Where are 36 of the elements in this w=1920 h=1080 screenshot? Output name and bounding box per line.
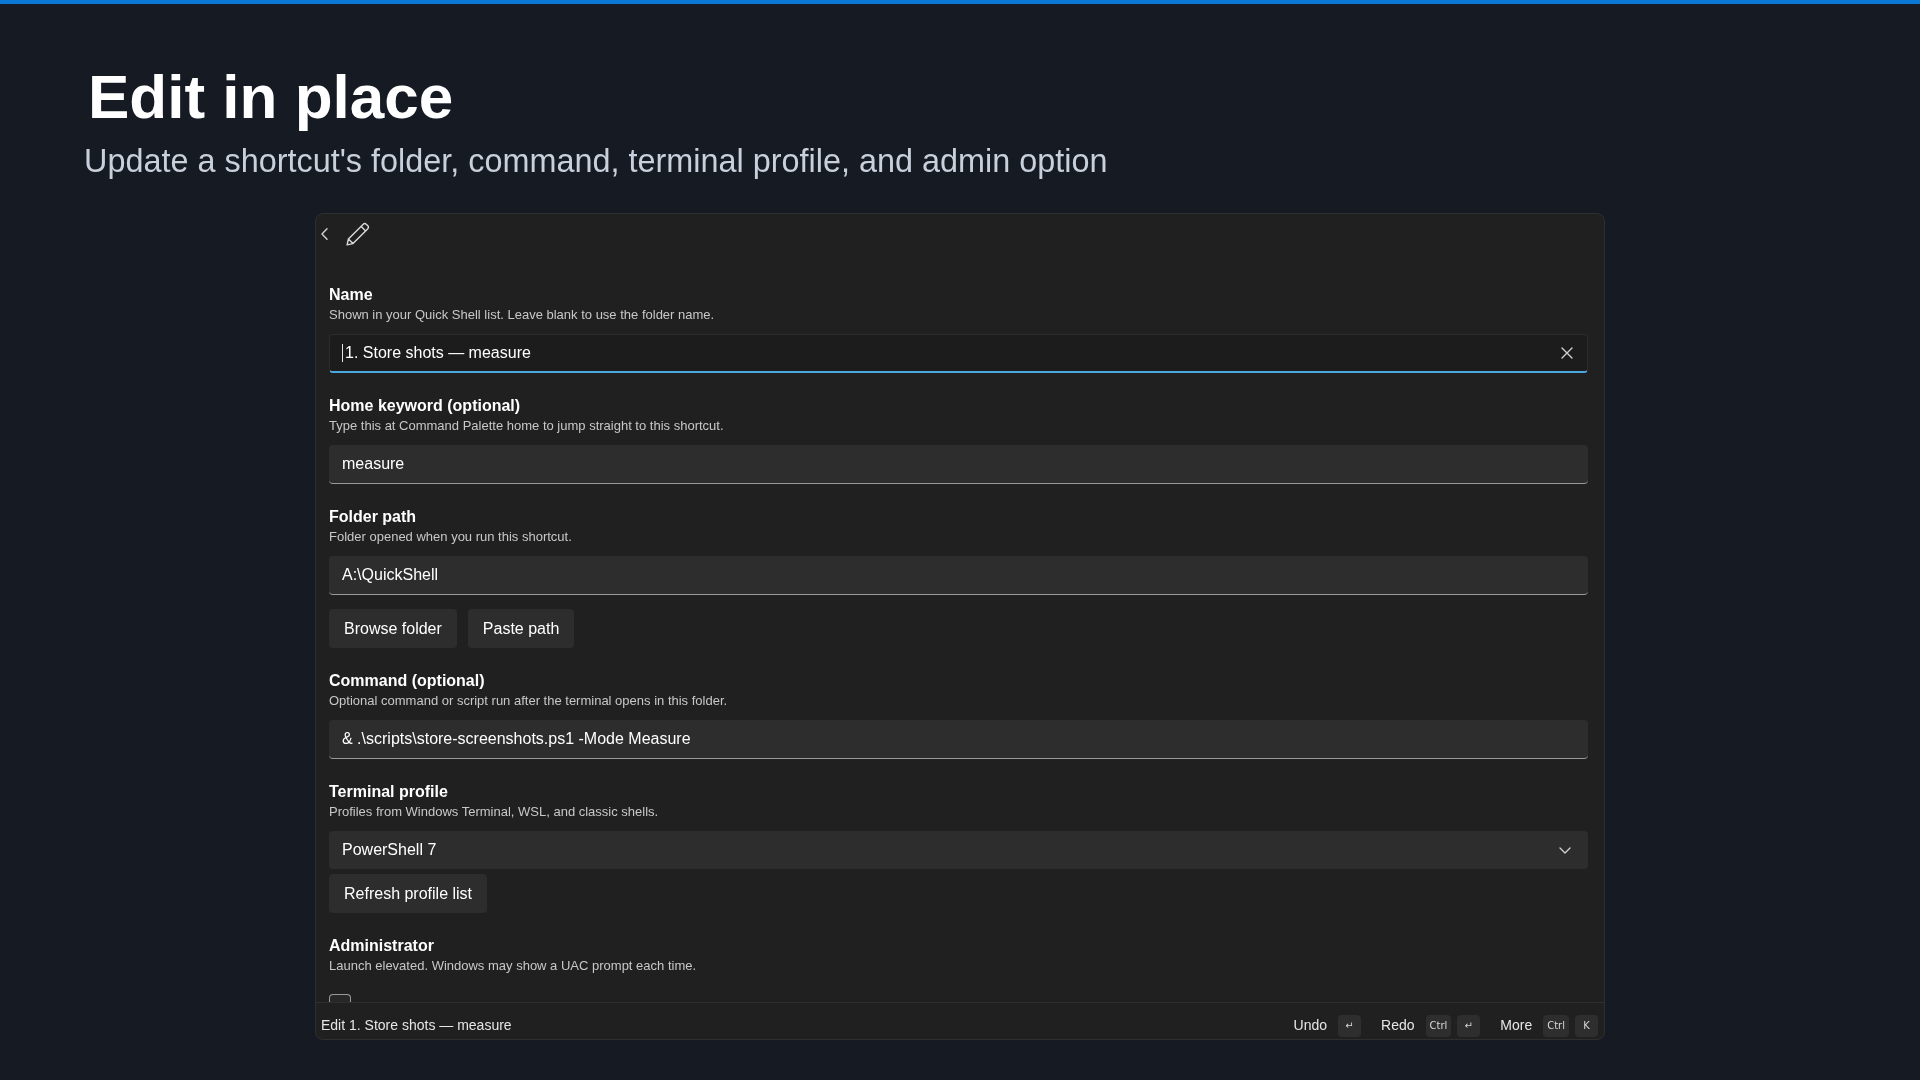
action-button[interactable]: Browse folder <box>329 609 457 648</box>
footer-action-button[interactable]: More <box>1500 1015 1533 1036</box>
field-label: Terminal profile <box>329 782 448 802</box>
field-label: Home keyword (optional) <box>329 396 521 416</box>
text-field[interactable]: measure <box>329 445 1588 484</box>
text-field[interactable]: 1. Store shots — measure <box>329 334 1588 373</box>
text-field[interactable]: A:\QuickShell <box>329 556 1588 595</box>
field-description: Type this at Command Palette home to jump straight to this shortcut. <box>329 417 724 435</box>
page-subtitle: Update a shortcut's folder, command, terminal profile, and admin option <box>84 142 1108 180</box>
field-description: Launch elevated. Windows may show a UAC prompt each time. <box>329 957 697 975</box>
field-description: Profiles from Windows Terminal, WSL, and classic shells. <box>329 803 659 821</box>
shortcut-key: Ctrl <box>1543 1014 1569 1037</box>
field-description: Shown in your Quick Shell list. Leave blank to use the folder name. <box>329 306 715 324</box>
checkbox[interactable] <box>329 994 351 1002</box>
chevron-down-icon[interactable] <box>1559 846 1571 854</box>
footer-action-button[interactable]: Redo <box>1381 1015 1415 1036</box>
field-label: Command (optional) <box>329 671 485 691</box>
text-cursor-icon <box>342 344 343 362</box>
shortcut-key: K <box>1575 1014 1598 1037</box>
shortcut-key: Ctrl <box>1425 1014 1452 1037</box>
close-icon[interactable] <box>1561 347 1573 359</box>
text-field[interactable]: & .\scripts\store-screenshots.ps1 -Mode Measure <box>329 720 1588 759</box>
dropdown[interactable]: PowerShell 7 <box>329 831 1588 869</box>
shortcut-key: ↵ <box>1457 1014 1481 1037</box>
footer-action-button[interactable]: Undo <box>1293 1015 1328 1036</box>
pencil-icon <box>346 221 370 246</box>
field-description: Folder opened when you run this shortcut. <box>329 528 572 546</box>
shortcut-key: ↵ <box>1338 1014 1362 1037</box>
footer-title: Edit 1. Store shots — measure <box>321 1016 512 1035</box>
action-button[interactable]: Refresh profile list <box>329 874 488 913</box>
action-button[interactable]: Paste path <box>467 609 575 648</box>
field-label: Administrator <box>329 936 434 956</box>
field-description: Optional command or script run after the terminal opens in this folder. <box>329 692 728 710</box>
field-label: Folder path <box>329 507 417 527</box>
chevron-left-icon[interactable] <box>321 227 328 240</box>
field-label: Name <box>329 285 373 305</box>
